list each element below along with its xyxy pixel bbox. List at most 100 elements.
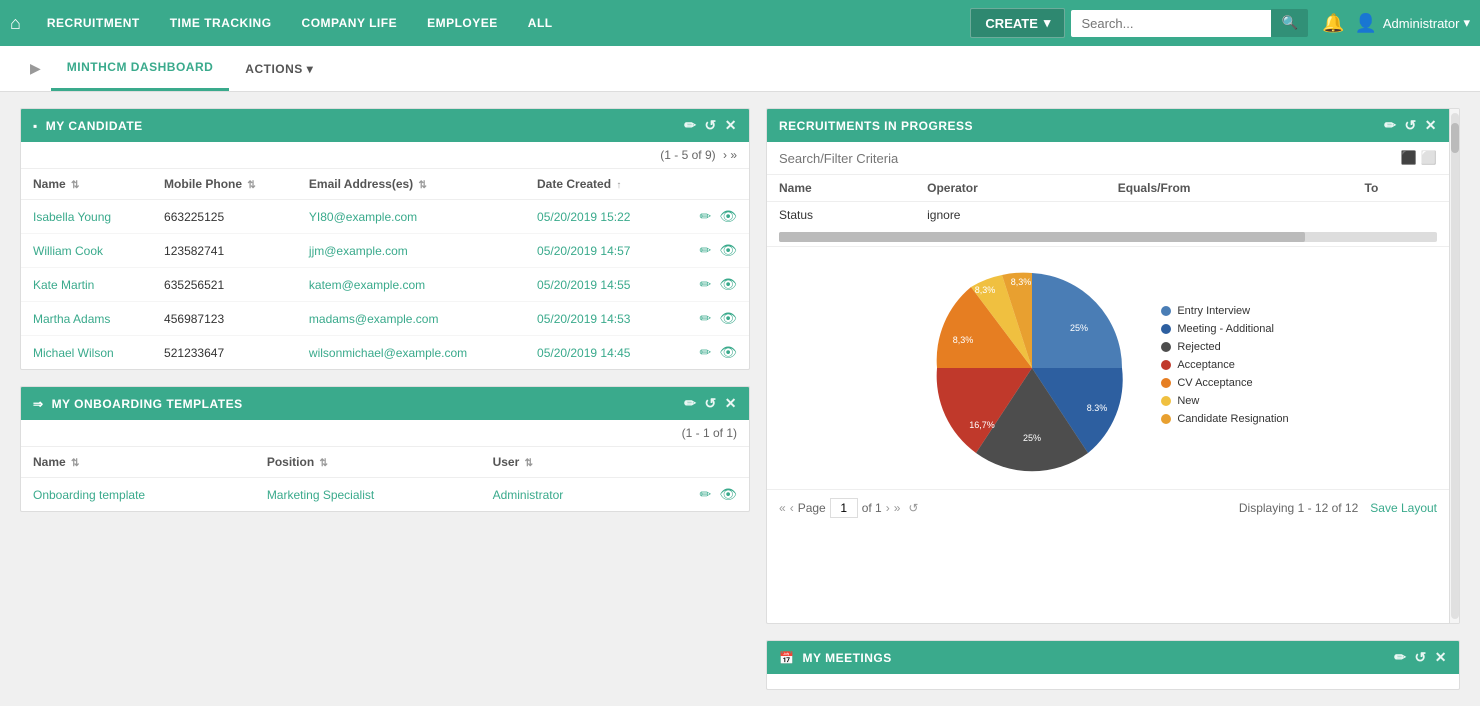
recruitments-close-icon[interactable]: ✕ xyxy=(1425,117,1437,134)
onboarding-table: Name ⇅ Position ⇅ User ⇅ Onboarding temp… xyxy=(21,447,749,511)
filter-save-icon[interactable]: ⬛ xyxy=(1401,150,1417,166)
edit-icon[interactable]: ✏ xyxy=(699,276,711,293)
candidate-name[interactable]: William Cook xyxy=(21,234,152,268)
filter-horizontal-scrollbar[interactable] xyxy=(779,232,1437,242)
col-onboarding-name[interactable]: Name ⇅ xyxy=(21,447,255,478)
onboarding-position[interactable]: Marketing Specialist xyxy=(255,478,481,512)
view-icon[interactable]: 👁 xyxy=(719,486,737,503)
onboarding-refresh-icon[interactable]: ↺ xyxy=(705,395,717,412)
sidebar-toggle[interactable]: ▶ xyxy=(20,46,51,91)
svg-text:8,3%: 8,3% xyxy=(953,335,974,345)
edit-icon[interactable]: ✏ xyxy=(699,208,711,225)
candidate-name[interactable]: Martha Adams xyxy=(21,302,152,336)
candidate-email[interactable]: wilsonmichael@example.com xyxy=(297,336,525,370)
candidate-date: 05/20/2019 14:55 xyxy=(525,268,672,302)
tab-actions[interactable]: ACTIONS ▾ xyxy=(229,46,329,91)
page-first-icon[interactable]: « xyxy=(779,501,786,515)
recruitments-refresh-icon[interactable]: ↺ xyxy=(1405,117,1417,134)
view-icon[interactable]: 👁 xyxy=(719,344,737,361)
refresh-icon[interactable]: ↺ xyxy=(908,501,918,515)
candidate-email[interactable]: YI80@example.com xyxy=(297,200,525,234)
col-mobile[interactable]: Mobile Phone ⇅ xyxy=(152,169,297,200)
notifications-icon[interactable]: 🔔 xyxy=(1322,13,1344,34)
candidate-actions: ✏ 👁 xyxy=(672,336,749,370)
page-next-icon[interactable]: › xyxy=(886,501,890,515)
filter-load-icon[interactable]: ⬜ xyxy=(1421,150,1437,166)
candidate-date: 05/20/2019 15:22 xyxy=(525,200,672,234)
filter-col-equals: Equals/From xyxy=(1106,175,1353,202)
tab-dashboard[interactable]: MINTHCM DASHBOARD xyxy=(51,46,230,91)
page-label: Page xyxy=(798,501,826,515)
candidate-next-icon[interactable]: › xyxy=(723,148,727,162)
edit-icon[interactable]: ✏ xyxy=(699,486,711,503)
create-button[interactable]: CREATE ▾ xyxy=(970,8,1065,38)
table-row: Onboarding template Marketing Specialist… xyxy=(21,478,749,512)
candidate-email[interactable]: jjm@example.com xyxy=(297,234,525,268)
user-avatar-icon[interactable]: 👤 xyxy=(1354,13,1376,34)
search-input[interactable] xyxy=(1071,10,1271,37)
candidate-email[interactable]: madams@example.com xyxy=(297,302,525,336)
page-input[interactable] xyxy=(830,498,858,518)
user-label[interactable]: Administrator ▾ xyxy=(1383,15,1470,31)
nav-company-life[interactable]: COMPANY LIFE xyxy=(290,16,410,30)
candidate-date: 05/20/2019 14:53 xyxy=(525,302,672,336)
col-email[interactable]: Email Address(es) ⇅ xyxy=(297,169,525,200)
col-position[interactable]: Position ⇅ xyxy=(255,447,481,478)
meetings-edit-icon[interactable]: ✏ xyxy=(1394,649,1406,666)
scrollbar-thumb xyxy=(1451,123,1459,153)
onboarding-header-icon: ⇒ xyxy=(33,397,44,411)
nav-recruitment[interactable]: RECRUITMENT xyxy=(35,16,152,30)
nav-employee[interactable]: EMPLOYEE xyxy=(415,16,510,30)
page-last-icon[interactable]: » xyxy=(894,501,901,515)
table-row: Michael Wilson 521233647 wilsonmichael@e… xyxy=(21,336,749,370)
edit-icon[interactable]: ✏ xyxy=(699,242,711,259)
col-date[interactable]: Date Created ↑ xyxy=(525,169,672,200)
candidate-pagination-top: (1 - 5 of 9) › » xyxy=(21,142,749,169)
onboarding-close-icon[interactable]: ✕ xyxy=(725,395,737,412)
filter-icons: ⬛ ⬜ xyxy=(1401,150,1437,166)
recruitments-scrollbar[interactable] xyxy=(1449,109,1459,623)
chart-legend: Entry Interview Meeting - Additional Rej… xyxy=(1161,305,1288,431)
user-dropdown-icon: ▾ xyxy=(1463,15,1470,31)
save-layout-button[interactable]: Save Layout xyxy=(1370,501,1437,515)
candidate-refresh-icon[interactable]: ↺ xyxy=(705,117,717,134)
recruitments-widget: RECRUITMENTS IN PROGRESS ✏ ↺ ✕ ⬛ ⬜ xyxy=(766,108,1460,624)
nav-time-tracking[interactable]: TIME TRACKING xyxy=(158,16,284,30)
col-user[interactable]: User ⇅ xyxy=(481,447,644,478)
nav-all[interactable]: ALL xyxy=(516,16,565,30)
onboarding-header: ⇒ MY ONBOARDING TEMPLATES ✏ ↺ ✕ xyxy=(21,387,749,420)
filter-status-name: Status xyxy=(767,202,915,229)
candidate-close-icon[interactable]: ✕ xyxy=(725,117,737,134)
right-column: RECRUITMENTS IN PROGRESS ✏ ↺ ✕ ⬛ ⬜ xyxy=(766,108,1460,690)
actions-dropdown-icon: ▾ xyxy=(307,62,314,76)
meetings-close-icon[interactable]: ✕ xyxy=(1435,649,1447,666)
edit-icon[interactable]: ✏ xyxy=(699,310,711,327)
edit-icon[interactable]: ✏ xyxy=(699,344,711,361)
view-icon[interactable]: 👁 xyxy=(719,310,737,327)
my-candidate-widget: ▪ MY CANDIDATE ✏ ↺ ✕ (1 - 5 of 9) › » Na… xyxy=(20,108,750,370)
view-icon[interactable]: 👁 xyxy=(719,242,737,259)
filter-input[interactable] xyxy=(779,151,1393,166)
nav-icons: 🔔 👤 xyxy=(1322,13,1377,34)
page-prev-icon[interactable]: ‹ xyxy=(790,501,794,515)
candidate-name[interactable]: Michael Wilson xyxy=(21,336,152,370)
home-icon[interactable]: ⌂ xyxy=(10,13,21,34)
search-container: 🔍 xyxy=(1071,9,1308,37)
meetings-refresh-icon[interactable]: ↺ xyxy=(1415,649,1427,666)
onboarding-user[interactable]: Administrator xyxy=(481,478,644,512)
recruitments-edit-icon[interactable]: ✏ xyxy=(1384,117,1396,134)
candidate-name[interactable]: Isabella Young xyxy=(21,200,152,234)
candidate-last-icon[interactable]: » xyxy=(730,148,737,162)
candidate-header-actions: ✏ ↺ ✕ xyxy=(684,117,737,134)
filter-status-to xyxy=(1353,202,1449,229)
onboarding-name[interactable]: Onboarding template xyxy=(21,478,255,512)
view-icon[interactable]: 👁 xyxy=(719,208,737,225)
onboarding-edit-icon[interactable]: ✏ xyxy=(684,395,696,412)
candidate-edit-icon[interactable]: ✏ xyxy=(684,117,696,134)
candidate-email[interactable]: katem@example.com xyxy=(297,268,525,302)
candidate-name[interactable]: Kate Martin xyxy=(21,268,152,302)
view-icon[interactable]: 👁 xyxy=(719,276,737,293)
search-button[interactable]: 🔍 xyxy=(1271,9,1308,37)
col-name[interactable]: Name ⇅ xyxy=(21,169,152,200)
onboarding-actions: ✏ 👁 xyxy=(643,478,749,512)
